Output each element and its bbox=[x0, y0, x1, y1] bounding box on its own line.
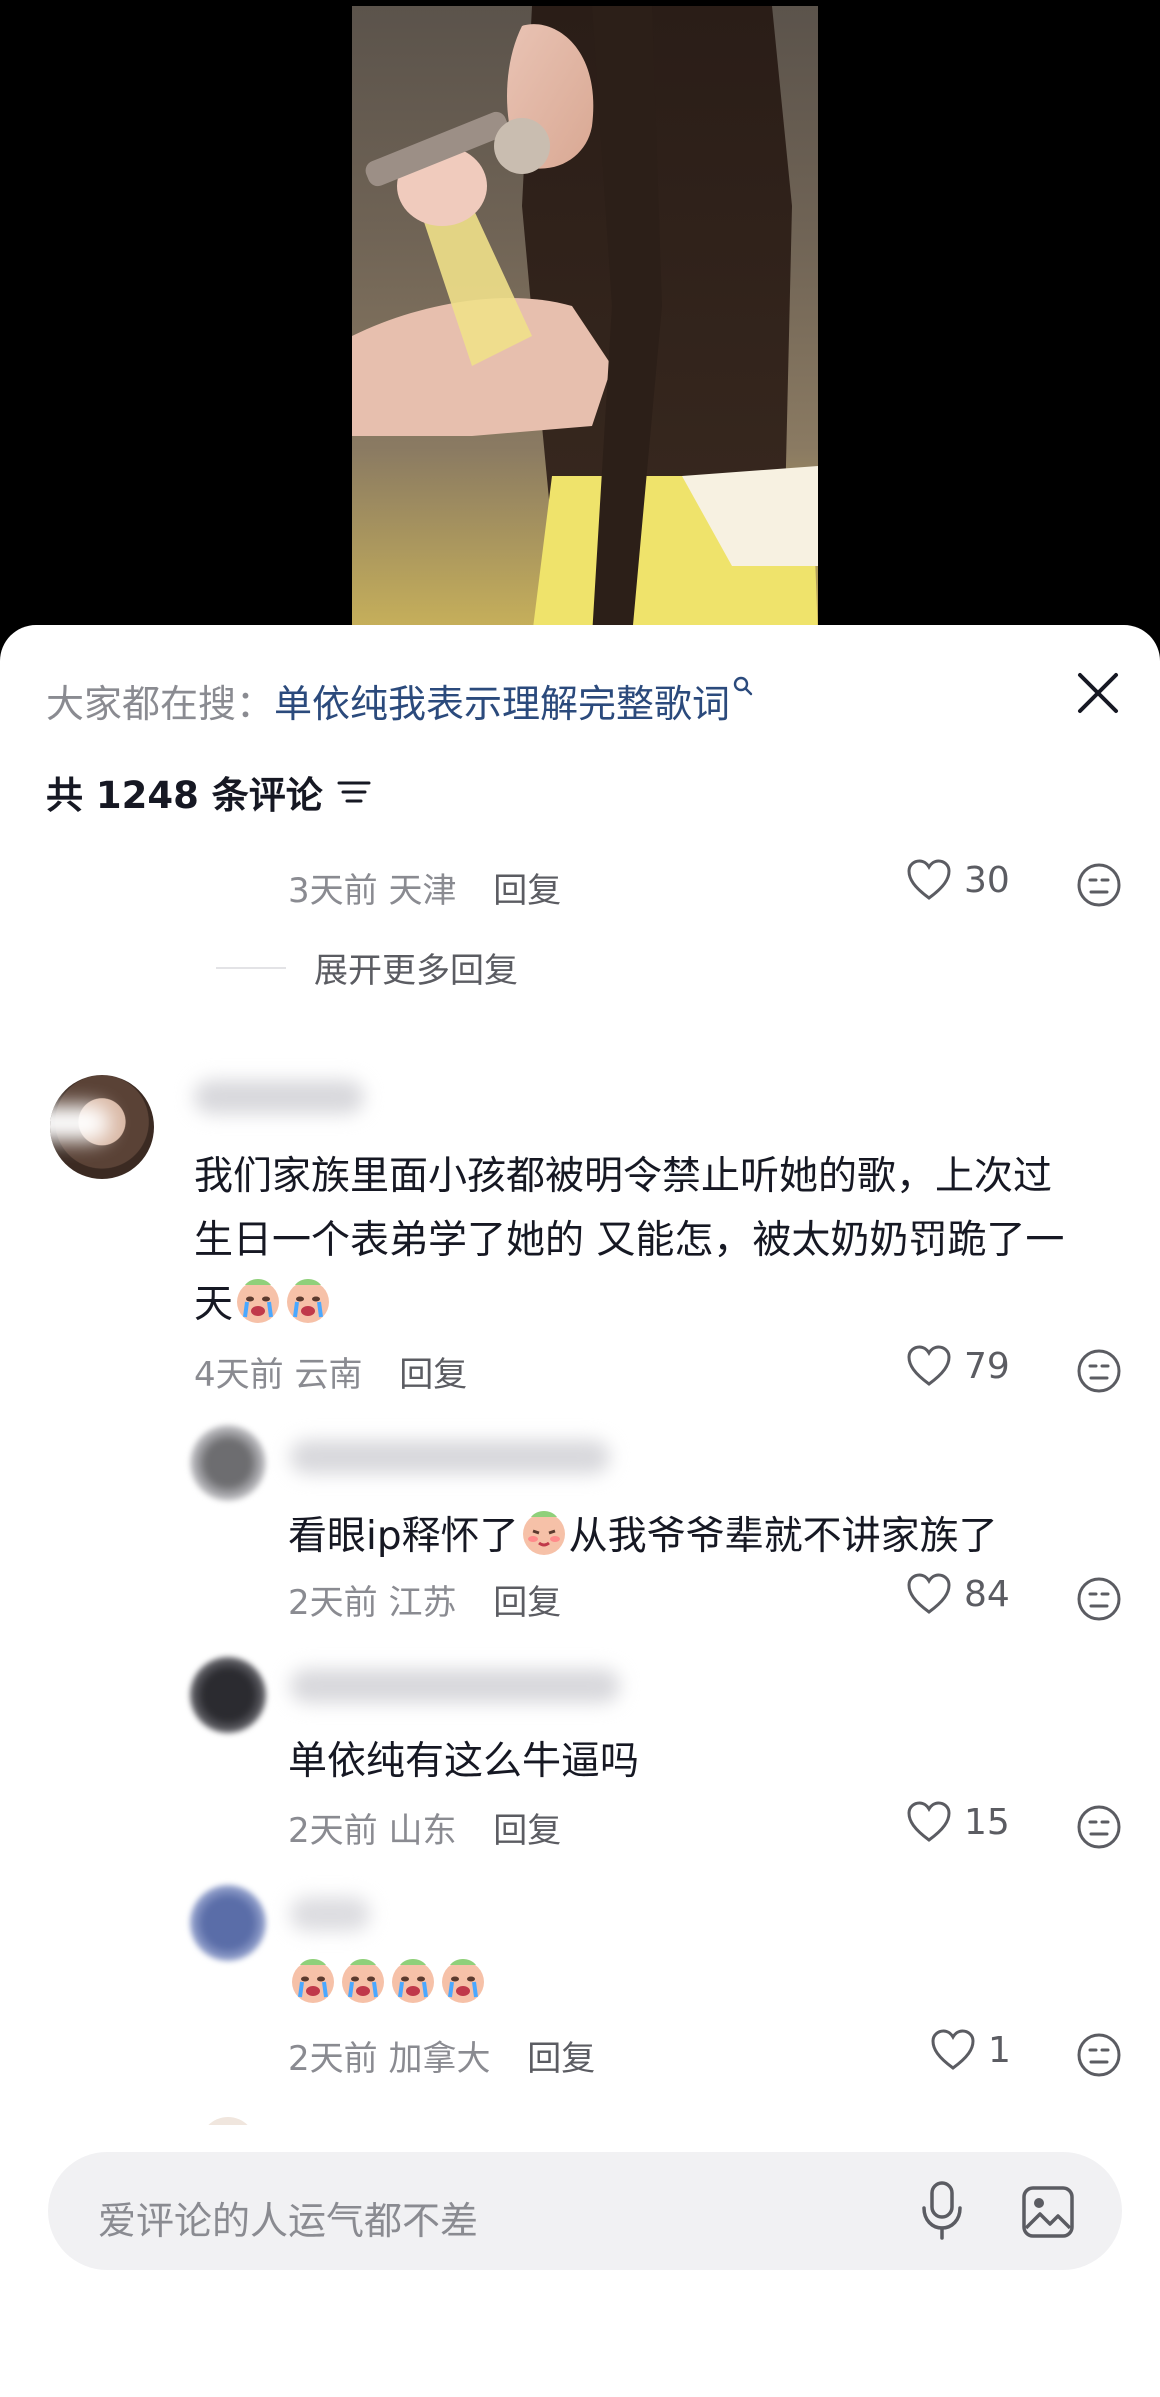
heart-icon bbox=[907, 1573, 951, 1614]
comment-location: 云南 bbox=[294, 1355, 363, 1395]
comment-input[interactable]: 爱评论的人运气都不差 bbox=[48, 2152, 1122, 2270]
like-button[interactable]: 1 bbox=[930, 2029, 1011, 2071]
heart-icon bbox=[931, 2029, 975, 2070]
reply-meta: 2天前 加拿大 回复 bbox=[288, 2031, 595, 2080]
search-suggestion[interactable]: 大家都在搜：单依纯我表示理解完整歌词 bbox=[46, 673, 754, 728]
close-icon[interactable] bbox=[1072, 667, 1124, 719]
expand-divider bbox=[216, 966, 286, 969]
like-button[interactable]: 84 bbox=[906, 1573, 1010, 1615]
reply-button[interactable]: 回复 bbox=[399, 1355, 467, 1395]
like-count: 79 bbox=[964, 1345, 1010, 1387]
crying-emoji-icon bbox=[237, 1279, 280, 1323]
reply-button[interactable]: 回复 bbox=[527, 2039, 595, 2079]
username[interactable] bbox=[290, 1669, 620, 1703]
reply-location: 山东 bbox=[388, 1811, 457, 1851]
reply-meta: 2天前 山东 回复 bbox=[288, 1803, 561, 1852]
search-term-link[interactable]: 单依纯我表示理解完整歌词 bbox=[274, 682, 730, 726]
reply-time: 3天前 bbox=[288, 871, 378, 911]
singer-image bbox=[352, 6, 818, 636]
comment-line-3-text: 天 bbox=[194, 1282, 234, 1327]
like-button[interactable]: 15 bbox=[906, 1801, 1010, 1843]
like-count: 30 bbox=[964, 859, 1010, 901]
username[interactable] bbox=[290, 1440, 610, 1474]
crying-emoji-icon bbox=[392, 1959, 434, 2003]
comment-input-placeholder: 爱评论的人运气都不差 bbox=[98, 2199, 479, 2243]
microphone-icon[interactable] bbox=[918, 2180, 966, 2242]
reply-meta: 2天前 江苏 回复 bbox=[288, 1575, 561, 1624]
reply-emoji-row bbox=[288, 1953, 488, 2017]
search-icon bbox=[733, 676, 753, 696]
video-player[interactable] bbox=[0, 0, 1160, 640]
dislike-face-icon[interactable] bbox=[1076, 1576, 1122, 1622]
heart-icon bbox=[907, 1345, 951, 1386]
expand-more-replies[interactable]: 展开更多回复 bbox=[216, 943, 518, 992]
like-count: 15 bbox=[964, 1801, 1010, 1843]
avatar[interactable] bbox=[50, 1075, 154, 1179]
reply-time: 2天前 bbox=[288, 1583, 378, 1623]
dislike-face-icon[interactable] bbox=[1076, 862, 1122, 908]
crying-emoji-icon bbox=[342, 1959, 384, 2003]
heart-icon bbox=[907, 859, 951, 900]
reply-button[interactable]: 回复 bbox=[493, 1583, 561, 1623]
reply-button[interactable]: 回复 bbox=[493, 871, 561, 911]
dislike-face-icon[interactable] bbox=[1076, 1804, 1122, 1850]
avatar[interactable] bbox=[190, 1885, 266, 1961]
crying-emoji-icon bbox=[442, 1959, 484, 2003]
comment-line-2: 生日一个表弟学了她的 又能怎，被太奶奶罚跪了一 bbox=[194, 1218, 1065, 1263]
like-button[interactable]: 79 bbox=[906, 1345, 1010, 1387]
reply-meta: 3天前 天津 回复 bbox=[288, 863, 561, 912]
avatar[interactable] bbox=[190, 1657, 266, 1733]
search-prefix: 大家都在搜： bbox=[46, 682, 275, 726]
heart-icon bbox=[907, 1801, 951, 1842]
blush-emoji-icon bbox=[522, 1511, 565, 1555]
username[interactable] bbox=[290, 1897, 370, 1931]
like-count: 84 bbox=[964, 1573, 1010, 1615]
comment-line-3: 天 bbox=[194, 1273, 1134, 1337]
reply-text: 单依纯有这么牛逼吗 bbox=[288, 1739, 640, 1784]
reply-button[interactable]: 回复 bbox=[493, 1811, 561, 1851]
comment-count-label: 共 1248 条评论 bbox=[46, 774, 323, 817]
expand-label: 展开更多回复 bbox=[314, 951, 518, 991]
comment-text: 我们家族里面小孩都被明令禁止听她的歌，上次过 生日一个表弟学了她的 又能怎，被太… bbox=[194, 1145, 1134, 1337]
reply-text: 看眼ip释怀了 从我爷爷辈就不讲家族了 bbox=[288, 1505, 998, 1569]
image-icon[interactable] bbox=[1020, 2184, 1076, 2240]
comment-meta: 4天前 云南 回复 bbox=[194, 1347, 467, 1396]
reply-text-part-2: 从我爷爷辈就不讲家族了 bbox=[568, 1514, 998, 1559]
dislike-face-icon[interactable] bbox=[1076, 2032, 1122, 2078]
reply-location: 加拿大 bbox=[388, 2039, 491, 2079]
comment-time: 4天前 bbox=[194, 1355, 284, 1395]
reply-time: 2天前 bbox=[288, 1811, 378, 1851]
like-count: 1 bbox=[988, 2029, 1011, 2071]
avatar[interactable] bbox=[190, 1425, 266, 1501]
crying-emoji-icon bbox=[292, 1959, 334, 2003]
reply-location: 天津 bbox=[388, 871, 457, 911]
reply-time: 2天前 bbox=[288, 2039, 378, 2079]
video-frame bbox=[352, 6, 818, 636]
crying-emoji-icon bbox=[287, 1279, 330, 1323]
comment-sheet: 大家都在搜：单依纯我表示理解完整歌词 共 1248 条评论 3天前 天津 回复 … bbox=[0, 625, 1160, 2397]
dislike-face-icon[interactable] bbox=[1076, 1348, 1122, 1394]
reply-location: 江苏 bbox=[388, 1583, 457, 1623]
username[interactable] bbox=[194, 1080, 364, 1114]
comment-line-1: 我们家族里面小孩都被明令禁止听她的歌，上次过 bbox=[194, 1154, 1053, 1199]
reply-text-part-1: 看眼ip释怀了 bbox=[288, 1514, 519, 1559]
comment-count: 共 1248 条评论 bbox=[46, 765, 371, 819]
filter-icon[interactable] bbox=[337, 777, 371, 807]
like-button[interactable]: 30 bbox=[906, 859, 1010, 901]
